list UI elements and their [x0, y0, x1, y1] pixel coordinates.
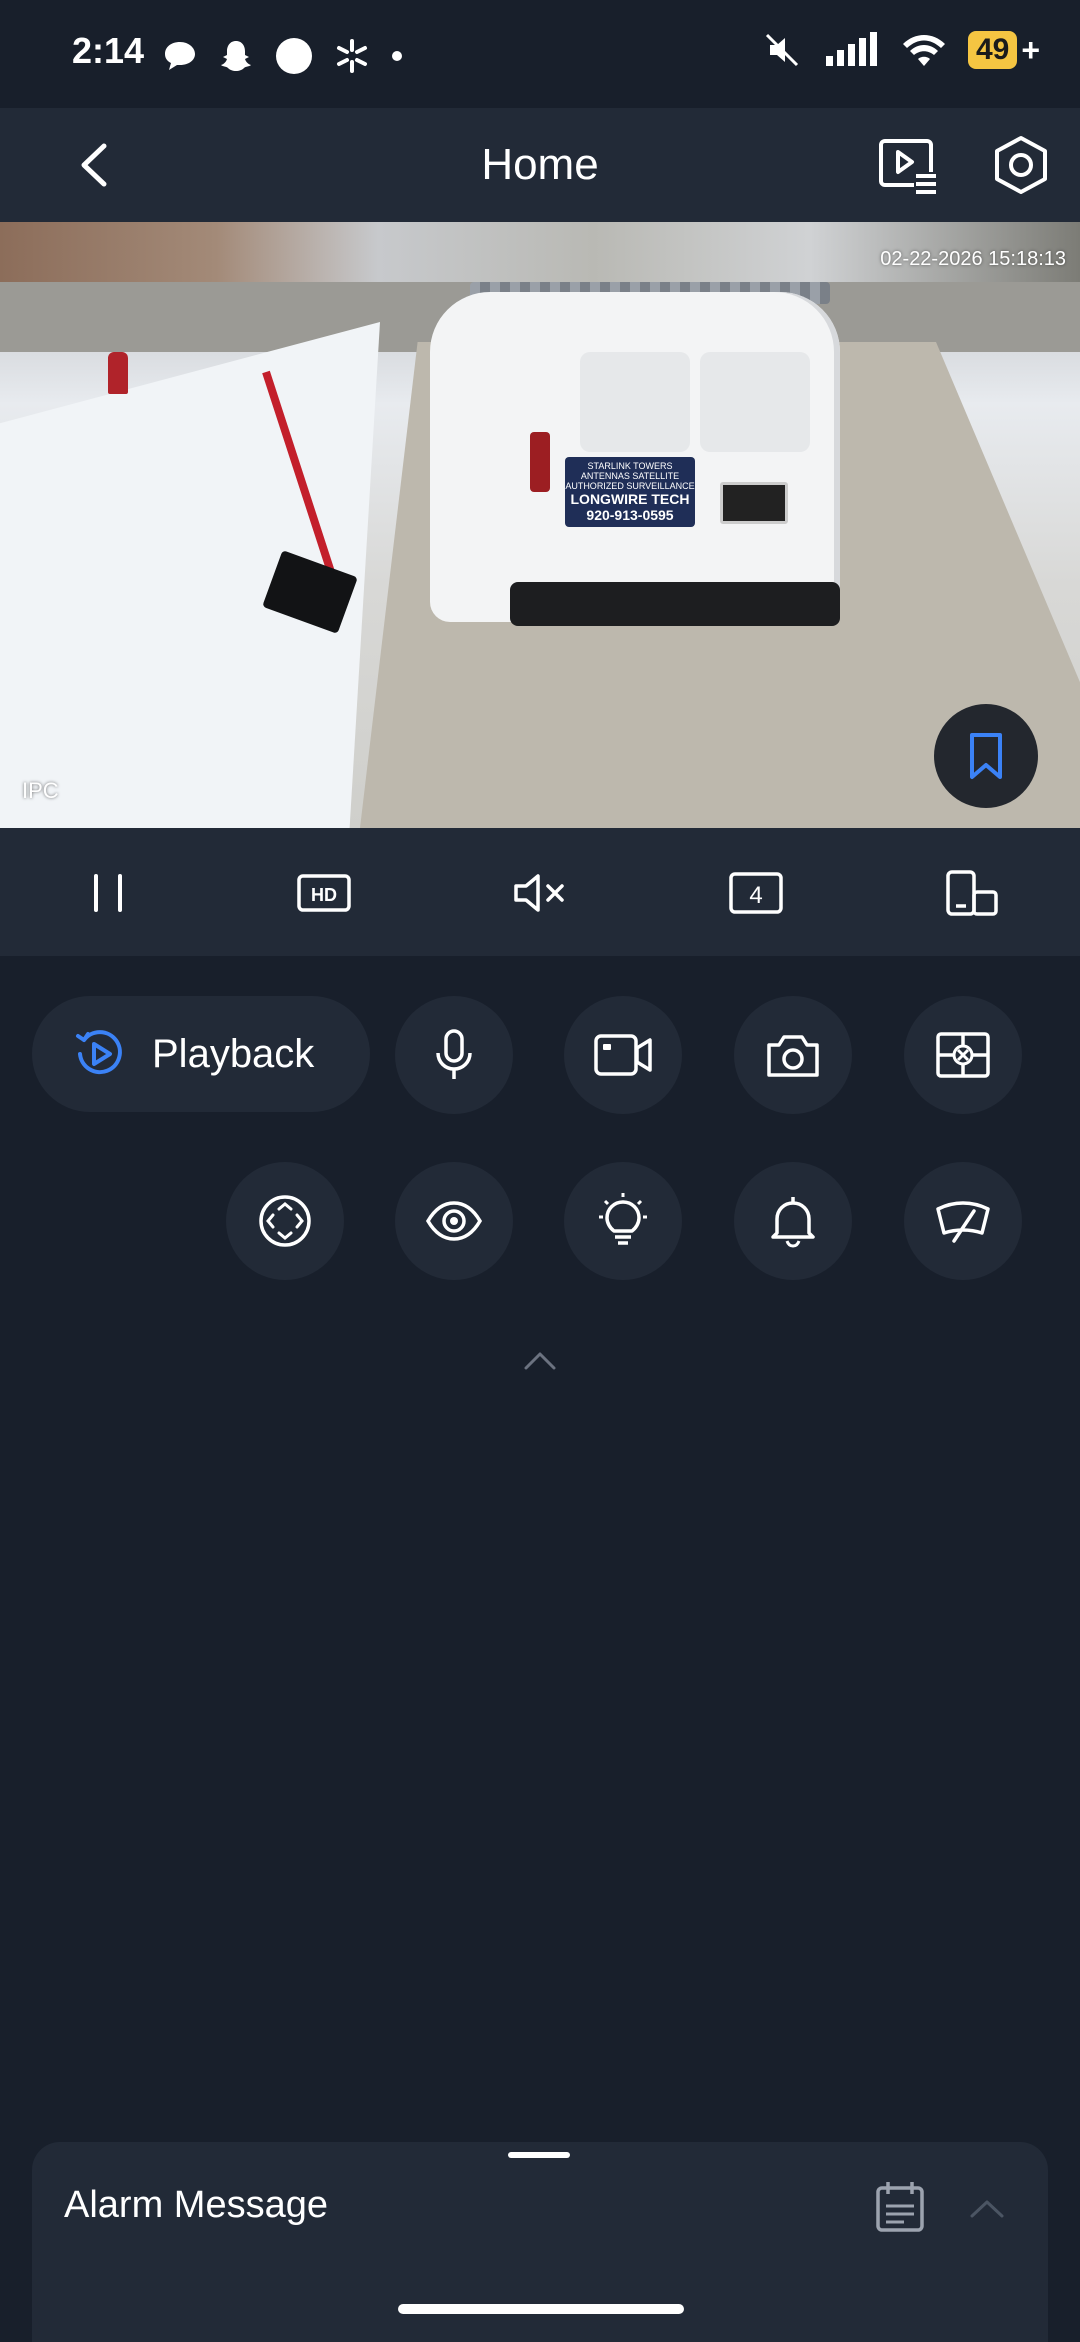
camera-icon — [767, 1035, 819, 1077]
circle-app-icon — [276, 38, 312, 74]
alarm-calendar-button[interactable] — [874, 2180, 926, 2234]
fire-hydrant-image — [108, 352, 128, 394]
snapshot-button[interactable] — [734, 996, 852, 1114]
settings-hexagon-icon — [995, 136, 1047, 194]
grid-close-icon — [936, 1032, 990, 1078]
action-row-secondary — [0, 1162, 1080, 1282]
bookmark-button[interactable] — [934, 704, 1038, 808]
signal-icon — [825, 32, 877, 66]
more-notifications-dot-icon — [392, 51, 402, 61]
light-bulb-icon — [599, 1193, 647, 1245]
status-bar: 2:14 49 + — [0, 0, 1080, 108]
split-count-text: 4 — [749, 882, 762, 909]
panel-drag-handle[interactable] — [508, 2152, 570, 2158]
chat-bubble-icon — [165, 42, 195, 70]
rotate-fullscreen-button[interactable] — [944, 868, 1000, 918]
light-button[interactable] — [564, 1162, 682, 1280]
video-controls-bar: HD 4 — [0, 828, 1080, 956]
expand-more-controls-button[interactable] — [520, 1346, 560, 1374]
alarm-bell-button[interactable] — [734, 1162, 852, 1280]
live-video-feed[interactable]: STARLINK TOWERS ANTENNAS SATELLITE AUTHO… — [0, 222, 1080, 828]
playback-label: Playback — [152, 1031, 315, 1076]
battery-indicator: 49 — [967, 31, 1018, 69]
split-screen-button[interactable]: 4 — [728, 868, 784, 918]
van-bumper — [510, 582, 840, 626]
van-sign-line3: AUTHORIZED SURVEILLANCE — [565, 481, 695, 491]
pause-button[interactable] — [80, 868, 136, 918]
playback-replay-icon — [76, 1030, 122, 1075]
bell-icon — [771, 1197, 815, 1248]
calendar-icon — [876, 2182, 924, 2232]
hd-text: HD — [311, 885, 337, 905]
camera-type-label: IPC — [22, 778, 59, 803]
alarm-expand-button[interactable] — [968, 2194, 1006, 2222]
eye-icon — [425, 1201, 483, 1241]
top-navigation-bar: Home — [0, 108, 1080, 222]
wiper-button[interactable] — [904, 1162, 1022, 1280]
hd-quality-button[interactable]: HD — [296, 868, 352, 918]
playback-button[interactable]: Playback — [32, 996, 370, 1112]
van-rear-window-right — [700, 352, 810, 452]
alarm-message-title: Alarm Message — [64, 2184, 328, 2226]
pause-icon — [94, 874, 122, 912]
battery-level: 49 — [975, 33, 1010, 66]
privacy-view-button[interactable] — [395, 1162, 513, 1280]
settings-button[interactable] — [990, 134, 1052, 196]
privacy-mask-button[interactable] — [904, 996, 1022, 1114]
speaker-muted-icon — [514, 874, 564, 912]
video-timestamp: 02-22-2026 15:18:13 — [880, 248, 1066, 270]
split-count-icon: 4 — [729, 872, 783, 914]
home-gesture-bar[interactable] — [398, 2304, 684, 2314]
wiper-icon — [936, 1201, 990, 1243]
chevron-up-icon — [970, 2200, 1004, 2218]
van-sign-line1: STARLINK TOWERS — [587, 461, 673, 471]
van-business-sign: STARLINK TOWERS ANTENNAS SATELLITE AUTHO… — [565, 457, 695, 527]
status-time: 2:14 — [72, 30, 145, 71]
van-rear-window-left — [580, 352, 690, 452]
microphone-icon — [436, 1029, 472, 1079]
mute-audio-button[interactable] — [512, 868, 568, 918]
rotate-screen-icon — [946, 870, 998, 916]
hd-icon: HD — [297, 874, 351, 912]
record-video-button[interactable] — [564, 996, 682, 1114]
ptz-direction-button[interactable] — [226, 1162, 344, 1280]
status-system-icons: 49 + — [762, 30, 1040, 70]
playback-list-button[interactable] — [878, 136, 940, 196]
van-taillight — [530, 432, 550, 492]
snapchat-icon — [221, 41, 251, 71]
walmart-spark-icon — [337, 39, 367, 73]
white-van-image: STARLINK TOWERS ANTENNAS SATELLITE AUTHO… — [430, 282, 840, 642]
status-notification-icons — [162, 36, 404, 76]
charging-indicator: + — [1021, 31, 1040, 68]
bookmark-icon — [970, 733, 1002, 779]
van-sign-company: LONGWIRE TECH — [570, 491, 690, 507]
wifi-icon — [902, 35, 945, 66]
video-camera-icon — [594, 1034, 652, 1076]
van-license-plate — [720, 482, 788, 524]
action-row-primary: Playback — [0, 996, 1080, 1116]
ptz-arrows-icon — [259, 1195, 311, 1247]
van-sign-line2: ANTENNAS SATELLITE — [580, 471, 680, 481]
mute-icon — [765, 33, 798, 67]
van-sign-phone: 920-913-0595 — [586, 507, 674, 523]
video-list-icon — [879, 139, 938, 194]
talk-microphone-button[interactable] — [395, 996, 513, 1114]
chevron-up-icon — [524, 1352, 556, 1370]
